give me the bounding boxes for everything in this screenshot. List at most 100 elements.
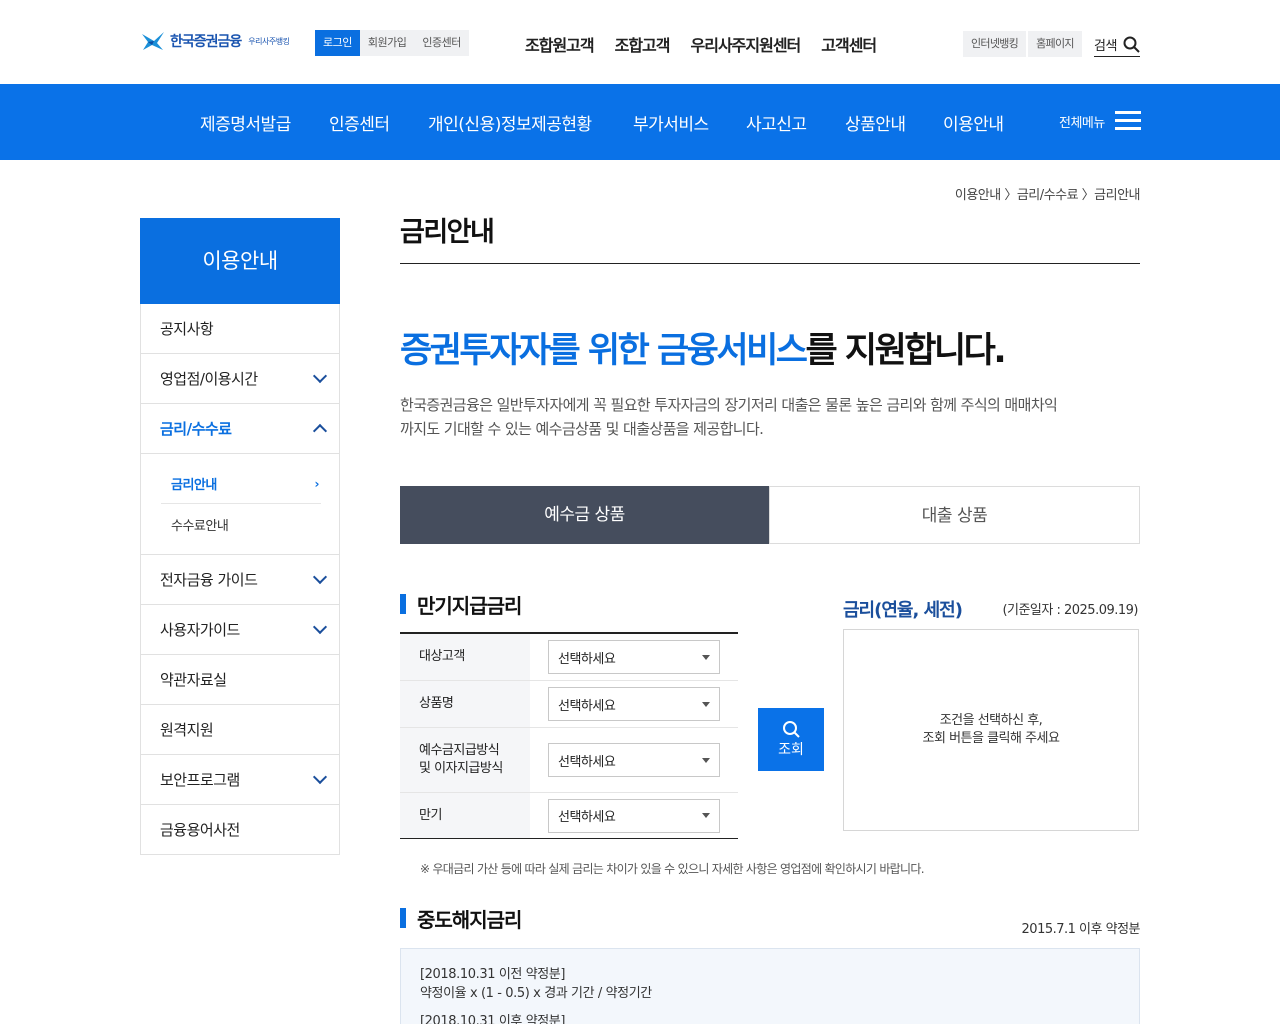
chevron-down-icon: [312, 619, 328, 635]
site-logo[interactable]: 한국증권금융 우리사주뱅킹: [140, 28, 290, 54]
tab-deposit-products[interactable]: 예수금 상품: [400, 486, 769, 544]
form-row: 만기 선택하세요: [400, 793, 738, 838]
search-icon: [783, 721, 800, 738]
select-value: 선택하세요: [558, 651, 616, 667]
dropdown-caret-icon: [702, 757, 710, 763]
logo-sub: 우리사주뱅킹: [248, 36, 290, 46]
query-button[interactable]: 조회: [758, 708, 824, 771]
util-right-links: 인터넷뱅킹 홈페이지: [963, 31, 1082, 57]
select-value: 선택하세요: [558, 754, 616, 770]
sidebar-sub-rate-info[interactable]: 금리안내 ›: [161, 464, 321, 504]
sidebar-item-label: 전자금융 가이드: [160, 571, 258, 589]
sidebar-item-branches[interactable]: 영업점/이용시간: [140, 354, 340, 404]
util-links: 로그인 회원가입 인증센터: [315, 30, 469, 56]
logo-bird-icon: [142, 32, 164, 50]
sidebar-item-rates-fees[interactable]: 금리/수수료: [140, 404, 340, 454]
all-menu-button[interactable]: 전체메뉴: [1059, 111, 1141, 131]
sidebar-item-glossary[interactable]: 금융용어사전: [140, 805, 340, 855]
rate-placeholder-line2: 조회 버튼을 클릭해 주세요: [922, 731, 1060, 746]
sidebar-item-ebanking-guide[interactable]: 전자금융 가이드: [140, 555, 340, 605]
nav-extra-service[interactable]: 부가서비스: [633, 110, 709, 135]
sidebar-item-label: 영업점/이용시간: [160, 370, 258, 388]
search-label: 검색: [1094, 38, 1117, 54]
sidebar-sub-fee-info[interactable]: 수수료안내: [161, 504, 321, 544]
all-menu-label: 전체메뉴: [1059, 115, 1105, 131]
formula-line: [2018.10.31 이후 약정분]: [420, 1014, 566, 1024]
top-menu-member[interactable]: 조합원고객: [525, 32, 595, 56]
maturity-rate-title: 만기지급금리: [400, 590, 522, 619]
sidebar-item-label: 사용자가이드: [160, 621, 240, 639]
nav-privacy-info[interactable]: 개인(신용)정보제공현황: [428, 110, 592, 135]
sidebar-item-notice[interactable]: 공지사항: [140, 304, 340, 354]
hero-rest: 를 지원합니다.: [805, 331, 1006, 371]
nav-cert-center[interactable]: 인증센터: [329, 110, 390, 135]
chevron-right-icon: ›: [314, 476, 320, 491]
select-value: 선택하세요: [558, 698, 616, 714]
customer-type-select[interactable]: 선택하세요: [548, 640, 720, 674]
rate-search-form: 대상고객 선택하세요 상품명 선택하세요 예수금지급방식 및 이자지급방식 선택…: [400, 632, 738, 839]
signup-link[interactable]: 회원가입: [359, 30, 415, 56]
maturity-select[interactable]: 선택하세요: [548, 798, 720, 833]
side-menu-title: 이용안내: [140, 218, 340, 304]
form-row: 예수금지급방식 및 이자지급방식 선택하세요: [400, 728, 738, 793]
dropdown-caret-icon: [702, 813, 710, 818]
field-label: 대상고객: [400, 634, 530, 680]
top-menu: 조합원고객 조합고객 우리사주지원센터 고객센터: [525, 32, 877, 56]
formula-line: [2018.10.31 이전 약정분]: [420, 967, 566, 982]
sidebar-item-security-program[interactable]: 보안프로그램: [140, 755, 340, 805]
field-label: 예수금지급방식 및 이자지급방식: [400, 728, 530, 792]
sidebar-item-terms[interactable]: 약관자료실: [140, 655, 340, 705]
sidebar-item-label: 금리/수수료: [160, 420, 232, 438]
top-menu-esop-center[interactable]: 우리사주지원센터: [691, 32, 802, 56]
early-termination-formula: [2018.10.31 이전 약정분] 약정이율 x (1 - 0.5) x 경…: [400, 948, 1140, 1024]
nav-accident-report[interactable]: 사고신고: [746, 110, 807, 135]
sidebar-item-user-guide[interactable]: 사용자가이드: [140, 605, 340, 655]
breadcrumb: 이용안내 〉금리/수수료 〉금리안내: [954, 188, 1141, 203]
top-header: 한국증권금융 우리사주뱅킹 로그인 회원가입 인증센터 조합원고객 조합고객 우…: [0, 0, 1280, 84]
dropdown-caret-icon: [702, 654, 710, 660]
cert-center-link[interactable]: 인증센터: [414, 30, 469, 56]
internet-banking-link[interactable]: 인터넷뱅킹: [963, 31, 1027, 57]
sidebar-item-label: 보안프로그램: [160, 771, 240, 789]
sidebar-item-label: 원격지원: [160, 721, 214, 739]
form-row: 대상고객 선택하세요: [400, 634, 738, 681]
hero-heading: 증권투자자를 위한 금융서비스를 지원합니다.: [400, 322, 1140, 373]
form-row: 상품명 선택하세요: [400, 681, 738, 728]
chevron-down-icon: [312, 769, 328, 785]
search-button[interactable]: 검색: [1094, 32, 1140, 57]
nav-products[interactable]: 상품안내: [845, 110, 906, 135]
rate-result-title: 금리(연율, 세전): [843, 600, 963, 621]
select-value: 선택하세요: [558, 810, 616, 825]
sidebar-item-label: 금융용어사전: [160, 821, 240, 839]
product-tabs: 예수금 상품 대출 상품: [400, 486, 1140, 544]
side-menu: 이용안내 공지사항 영업점/이용시간 금리/수수료 금리안내 › 수수료안내 전…: [140, 218, 340, 855]
chevron-down-icon: [312, 368, 328, 384]
sidebar-sub-label: 수수료안내: [171, 518, 229, 534]
field-label: 상품명: [400, 681, 530, 727]
rate-result-box: 조건을 선택하신 후, 조회 버튼을 클릭해 주세요: [843, 629, 1139, 831]
early-termination-sub: 2015.7.1 이후 약정분: [1021, 922, 1141, 937]
sidebar-sub-label: 금리안내: [171, 478, 217, 493]
nav-usage-guide[interactable]: 이용안내: [943, 110, 1004, 135]
payment-method-select[interactable]: 선택하세요: [548, 743, 720, 777]
search-icon: [1123, 36, 1140, 53]
hamburger-icon: [1114, 111, 1141, 131]
query-button-label: 조회: [778, 742, 804, 758]
main-content: 금리안내 증권투자자를 위한 금융서비스를 지원합니다. 한국증권금융은 일반투…: [400, 210, 1141, 1024]
sidebar-item-label: 공지사항: [160, 320, 214, 338]
main-nav: 제증명서발급 인증센터 개인(신용)정보제공현황 부가서비스 사고신고 상품안내…: [0, 84, 1280, 160]
top-menu-union[interactable]: 조합고객: [615, 32, 671, 56]
product-name-select[interactable]: 선택하세요: [548, 687, 720, 721]
nav-certificate[interactable]: 제증명서발급: [200, 110, 291, 135]
homepage-link[interactable]: 홈페이지: [1028, 31, 1082, 57]
field-label: 만기: [400, 793, 530, 838]
hero-highlight: 증권투자자를 위한 금융서비스: [400, 331, 808, 371]
sidebar-item-remote-support[interactable]: 원격지원: [140, 705, 340, 755]
rate-base-date: (기준일자 : 2025.09.19): [1002, 603, 1138, 618]
logo-text: 한국증권금융: [170, 34, 242, 50]
top-menu-customer-center[interactable]: 고객센터: [821, 32, 877, 56]
rate-placeholder-line1: 조건을 선택하신 후,: [939, 713, 1043, 728]
login-link[interactable]: 로그인: [315, 30, 360, 56]
tab-loan-products[interactable]: 대출 상품: [769, 486, 1140, 544]
chevron-down-icon: [312, 569, 328, 585]
